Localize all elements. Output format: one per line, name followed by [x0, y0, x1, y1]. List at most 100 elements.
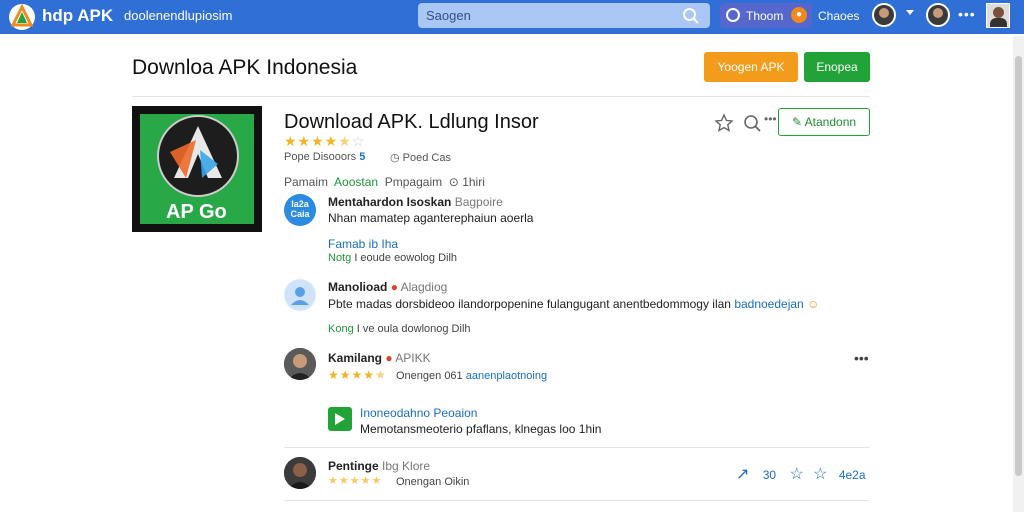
brand-tagline: doolenendlupiosim	[124, 8, 233, 23]
pencil-icon: ✎	[791, 115, 802, 129]
review-body: Nhan mamatep aganterephaiun aoerla	[328, 211, 534, 225]
scrollbar-thumb[interactable]	[1015, 56, 1022, 476]
comment-search-icon[interactable]	[742, 113, 762, 133]
reviewer-avatar-text: Ia2a Caia	[290, 199, 310, 219]
app-meta-left: Pope Disooors	[284, 151, 357, 163]
chevron-down-icon[interactable]	[906, 10, 914, 15]
review-body-text: Pbte madas dorsbideoo ilandorpopenine fu…	[328, 297, 731, 311]
app-rating-stars: ★★★★★☆	[284, 133, 366, 149]
reviewer-name: Mentahardon Isoskan Bagpoire	[328, 195, 503, 209]
theme-toggle-button[interactable]: Thoom ●	[720, 3, 812, 28]
search-icon[interactable]	[682, 7, 700, 25]
brand-logo-icon[interactable]	[8, 3, 36, 31]
top-nav-link[interactable]: Chaoes	[818, 9, 859, 23]
share-count: 30	[762, 468, 777, 482]
reviewer-name-text: Manolioad	[328, 280, 388, 294]
reviewer-name-text: Kamilang	[328, 351, 383, 365]
app-meta-extra: ◷ Poed Cas	[390, 151, 451, 164]
review-tabs: Pamaim Aoostan Pmpagaim ⊙ 1hiri	[284, 175, 485, 189]
emoji-icon: ☺	[807, 297, 820, 311]
circle-icon	[726, 8, 740, 22]
developer-reply-link[interactable]: Peoaion	[433, 406, 477, 420]
reviewer-sub: Ibg Klore	[382, 459, 431, 473]
profile-avatar[interactable]	[926, 3, 950, 27]
star-outline-icon[interactable]: ☆	[813, 466, 827, 483]
reviewer-sub: APIKK	[395, 351, 431, 365]
review-rating-link[interactable]: aanenplaotnoing	[466, 370, 547, 382]
review-rating-label: Onengen 061	[396, 370, 463, 382]
share-actions: ↗ 30 ☆ ☆ 4e2a	[736, 464, 866, 484]
developer-reply-title: Inoneodahno Peoaion	[360, 406, 477, 420]
review-rating-text: Onengan Oikin	[396, 476, 470, 488]
like-count: 4e2a	[838, 468, 866, 482]
reviewer-avatar[interactable]	[284, 348, 316, 380]
page-title: Downloa APK Indonesia	[132, 56, 358, 79]
reviewer-avatar-icon	[285, 280, 315, 310]
user-avatar[interactable]	[872, 3, 896, 27]
developer-reply-name[interactable]: Inoneodahno	[360, 406, 430, 420]
reviewer-avatar-photo	[284, 457, 316, 489]
account-avatar[interactable]	[986, 3, 1010, 28]
clock-icon: ◷	[390, 152, 400, 164]
notification-badge-icon: ●	[791, 7, 807, 23]
review-divider	[284, 447, 870, 448]
review-footer-text: I eoude eowolog Dilh	[354, 252, 458, 264]
developer-reply-body: Memotansmeoterio pfaflans, klnegas loo 1…	[360, 422, 602, 436]
page-scrollbar[interactable]	[1013, 36, 1024, 512]
header-divider	[132, 96, 870, 97]
download-apk-button[interactable]: Yoogen APK	[704, 52, 798, 82]
search-input[interactable]: Saogen	[418, 3, 710, 28]
review-rating-text: Onengen 061 aanenplaotnoing	[396, 370, 547, 382]
tab-pamaim[interactable]: Pamaim	[284, 175, 328, 189]
reviewer-avatar[interactable]	[284, 279, 316, 311]
more-options-icon[interactable]: •••	[764, 112, 777, 126]
tab-active[interactable]: Aoostan	[334, 175, 378, 189]
review-rating-stars: ★★★★★	[328, 368, 387, 382]
app-meta-right: Poed Cas	[402, 152, 451, 164]
reply-app-icon	[328, 407, 352, 431]
flame-icon: ●	[390, 280, 398, 294]
review-footer-tag[interactable]: Notg	[328, 252, 351, 264]
tab-pmpagaim[interactable]: Pmpagaim	[385, 175, 442, 189]
top-navigation-bar: hdp APK doolenendlupiosim Saogen Thoom ●…	[0, 0, 1024, 34]
reviewer-name-text: Pentinge	[328, 459, 379, 473]
review-more-icon[interactable]: •••	[854, 350, 869, 366]
follow-app-button[interactable]: ✎ Atandonn	[778, 108, 870, 136]
theme-toggle-label: Thoom	[746, 9, 784, 23]
review-divider	[284, 500, 870, 501]
tab-counter: 1hiri	[462, 175, 485, 189]
app-meta-badge: 5	[359, 151, 366, 163]
share-icon[interactable]: ↗	[736, 466, 749, 483]
review-footer-tag[interactable]: Kong	[328, 323, 354, 335]
review-rating-stars: ★★★★★	[328, 475, 383, 487]
reviewer-sub: Alagdiog	[400, 280, 448, 294]
review-footer: Kong I ve oula dowlonog Dilh	[328, 323, 471, 335]
reviewer-name-text: Mentahardon Isoskan	[328, 195, 452, 209]
reviewer-name: Kamilang ● APIKK	[328, 351, 431, 365]
reviewer-name: Pentinge Ibg Klore	[328, 459, 430, 473]
star-icon[interactable]	[714, 113, 734, 133]
app-icon-text: AP Go	[166, 201, 227, 223]
follow-app-label: Atandonn	[804, 115, 857, 129]
primary-action-button[interactable]: Enopea	[804, 52, 870, 82]
reviewer-avatar[interactable]	[284, 457, 316, 489]
review-link[interactable]: Famab ib Iha	[328, 237, 398, 251]
flame-icon: ●	[385, 351, 393, 365]
reviewer-name: Manolioad ● Alagdiog	[328, 280, 447, 294]
search-placeholder: Saogen	[426, 8, 471, 23]
review-footer-text: I ve oula dowlonog Dilh	[356, 323, 471, 335]
timer-icon: ⊙	[448, 175, 459, 189]
app-title: Download APK. Ldlung Insor	[284, 111, 539, 133]
app-icon[interactable]: AP Go	[132, 106, 262, 232]
reviewer-sub: Bagpoire	[454, 195, 503, 209]
review-body: Pbte madas dorsbideoo ilandorpopenine fu…	[328, 297, 819, 311]
reviewer-avatar-photo	[284, 348, 316, 380]
more-options-icon[interactable]: •••	[958, 6, 976, 22]
app-meta-publisher: Pope Disooors 5	[284, 151, 365, 163]
review-footer: Notg I eoude eowolog Dilh	[328, 252, 457, 264]
brand-name[interactable]: hdp APK	[42, 6, 113, 26]
review-body-link[interactable]: badnoedejan	[734, 297, 803, 311]
reviewer-avatar[interactable]: Ia2a Caia	[284, 194, 316, 226]
app-logo-icon: AP Go	[157, 115, 239, 223]
star-icon[interactable]: ☆	[789, 466, 803, 483]
